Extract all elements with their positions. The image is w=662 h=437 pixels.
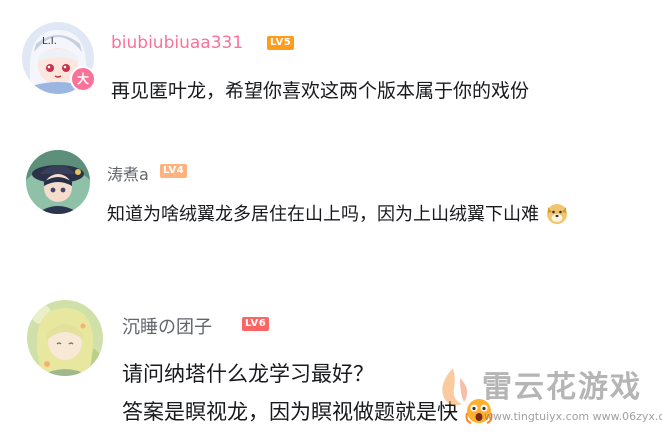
- comment-text: 再见匿叶龙，希望你喜欢这两个版本属于你的戏份: [111, 80, 530, 102]
- svg-text:L.I.: L.I.: [42, 36, 57, 47]
- comment-text-body: 答案是瞑视龙，因为瞑视做题就是快: [122, 400, 458, 424]
- username[interactable]: biubiubiuaa331: [111, 33, 243, 53]
- username[interactable]: 沉睡の团子: [122, 313, 212, 339]
- level-badge: LV5: [267, 36, 295, 50]
- vip-badge: 大: [70, 66, 96, 92]
- username[interactable]: 涛煮a: [107, 161, 149, 185]
- level-badge: LV6: [242, 317, 270, 331]
- watermark-logo-icon: [430, 364, 476, 414]
- comment-text: 知道为啥绒翼龙多居住在山上吗，因为上山绒翼下山难: [107, 200, 569, 230]
- avatar[interactable]: [26, 150, 90, 214]
- watermark-title: 雷云花游戏: [482, 370, 642, 405]
- avatar[interactable]: [27, 300, 103, 376]
- comment-text-line: 请问纳塔什么龙学习最好？: [122, 362, 374, 386]
- doge-emoji-icon: [545, 201, 569, 230]
- site-watermark: 雷云花游戏 www.tingtuiyx.com www.06zyx.com: [430, 360, 662, 437]
- watermark-url: www.tingtuiyx.com www.06zyx.com: [484, 410, 662, 423]
- comment-text-body: 知道为啥绒翼龙多居住在山上吗，因为上山绒翼下山难: [107, 204, 539, 225]
- level-badge: LV4: [160, 164, 188, 178]
